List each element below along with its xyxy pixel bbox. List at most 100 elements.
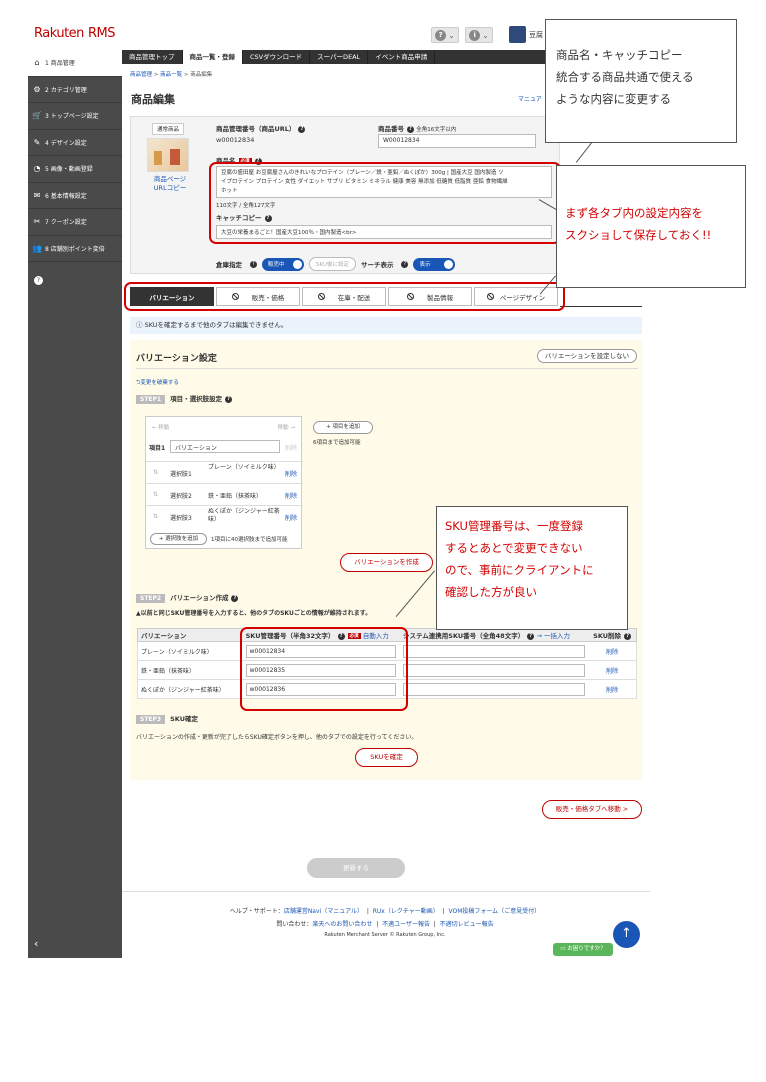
footer-copyright: Rakuten Merchant Server © Rakuten Group,… — [324, 932, 446, 938]
tab-product-top[interactable]: 商品管理トップ — [122, 50, 183, 64]
create-variation-button[interactable]: バリエーションを作成 — [340, 553, 433, 572]
copy-url-link[interactable]: 商品ページ URLコピー — [150, 175, 190, 193]
delete-item-link: 削除 — [285, 445, 298, 452]
add-item-note: 6項目まで追加可能 — [313, 440, 361, 446]
manual-link[interactable]: マニュア — [518, 94, 542, 103]
next-tab-button[interactable]: 販売・価格タブへ移動 > — [542, 800, 642, 819]
footer-link-navi[interactable]: 店舗運営Navi（マニュアル） — [284, 908, 363, 915]
collapse-sidebar-icon[interactable]: ‹ — [34, 937, 38, 950]
tab-product-list[interactable]: 商品一覧・登録 — [182, 50, 243, 64]
info-icon: ⓘ — [136, 321, 145, 329]
callout-sku-warning: SKU管理番号は、一度登録 するとあとで変更できない ので、事前にクライアントに… — [436, 506, 628, 630]
step3-header: STEP3 SKU確定 — [136, 713, 198, 724]
help-menu-button[interactable]: ? ⌄ — [431, 27, 459, 43]
question-icon[interactable]: ? — [34, 276, 43, 285]
delete-option-link[interactable]: 削除 — [285, 469, 297, 478]
help-icon[interactable]: ? — [298, 125, 306, 133]
add-item-button[interactable]: + 項目を追加 — [313, 421, 373, 434]
drag-handle-icon[interactable]: ⇅ — [153, 513, 158, 520]
tab-super-deal[interactable]: スーパーDEAL — [310, 50, 369, 64]
annotation-box-sku — [240, 627, 408, 711]
header-icons: ? ⌄ i ⌄ — [431, 27, 493, 43]
help-chat-button[interactable]: ▭ お困りですか？ — [553, 943, 613, 956]
sidebar-item-basic[interactable]: ✉ 6 基本情報設定 — [28, 183, 122, 209]
help-icon[interactable]: ? — [231, 594, 239, 602]
tab-csv-download[interactable]: CSVダウンロード — [243, 50, 311, 64]
scroll-top-button[interactable]: ↑ — [613, 921, 640, 948]
search-display-toggle[interactable]: 表示 — [413, 257, 456, 271]
mgmt-number-value: w00012834 — [216, 136, 255, 144]
user-menu-button[interactable]: i ⌄ — [465, 27, 493, 43]
breadcrumb-product-mgmt[interactable]: 商品管理 — [130, 72, 152, 78]
step2-warning: ▲以前と同じSKU管理番号を入力すると、他のタブのSKUごとの情報が維持されます… — [136, 610, 372, 617]
callout-name-catch: 商品名・キャッチコピー 統合する商品共通で使える ような内容に変更する — [545, 19, 737, 143]
mail-icon: ✉ — [33, 190, 41, 200]
system-sku-input[interactable] — [402, 644, 585, 658]
annotation-box-tabs — [124, 282, 565, 311]
tab-event-application[interactable]: イベント商品申請 — [368, 50, 436, 64]
annotation-box-name-catch — [209, 162, 561, 244]
breadcrumb-current: 商品編集 — [190, 72, 213, 78]
footer-link-vom[interactable]: VOM投稿フォーム（ご意見受付） — [448, 908, 540, 915]
product-number-input[interactable]: W00012834 — [378, 134, 536, 148]
help-icon[interactable]: ? — [624, 632, 632, 640]
delete-option-link[interactable]: 削除 — [285, 491, 297, 500]
footer-link-inquiry[interactable]: 楽天へのお問い合わせ — [312, 921, 372, 928]
option-row: ⇅ 選択肢3 ぬくぽか（ジンジャー紅茶味） 削除 — [146, 505, 303, 527]
bulk-input-link[interactable]: → 一括入力 — [536, 632, 570, 640]
divider — [136, 368, 638, 369]
option-row: ⇅ 選択肢2 鉄・亜鉛（抹茶味） 削除 — [146, 483, 303, 505]
delete-sku-link[interactable]: 削除 — [588, 666, 636, 675]
confirm-sku-button[interactable]: SKUを確定 — [355, 748, 418, 767]
sidebar-item-media[interactable]: ◔ 5 画像・動画登録 — [28, 156, 122, 183]
item1-name-input[interactable]: バリエーション — [170, 440, 280, 453]
delete-sku-link[interactable]: 削除 — [588, 647, 636, 656]
system-sku-input[interactable] — [402, 682, 585, 696]
add-option-button[interactable]: + 選択肢を追加 — [150, 533, 207, 545]
help-icon[interactable]: ? — [250, 260, 257, 268]
drag-handle-icon[interactable]: ⇅ — [153, 469, 158, 476]
step3-description: バリエーションの作成・更新が完了したらSKU確定ボタンを押し、他のタブでの設定を… — [136, 734, 418, 741]
sidebar-item-category[interactable]: ⚙ 2 カテゴリ管理 — [28, 77, 122, 103]
user-icon: i — [469, 29, 481, 41]
delete-sku-link[interactable]: 削除 — [588, 685, 636, 694]
scissors-icon: ✂ — [33, 217, 41, 227]
sidebar-item-toppage[interactable]: 🛒 3 トップページ設定 — [28, 103, 122, 130]
help-icon[interactable]: ? — [401, 260, 409, 268]
sidebar-item-design[interactable]: ✎ 4 デザイン設定 — [28, 130, 122, 156]
step2-header: STEP2 バリエーション作成? — [136, 592, 239, 603]
help-icon[interactable]: ? — [407, 125, 414, 133]
footer-link-review-report[interactable]: 不適切レビュー報告 — [440, 921, 494, 928]
footer-link-rux[interactable]: RUx（レクチャー動画） — [373, 908, 439, 915]
sidebar-item-product[interactable]: ⌂ 1 商品管理 — [28, 50, 122, 77]
undo-changes-link[interactable]: ⮌変更を破棄する — [136, 378, 179, 388]
shop-icon[interactable] — [509, 26, 526, 43]
breadcrumb-product-list[interactable]: 商品一覧 — [160, 72, 182, 78]
drag-handle-icon[interactable]: ⇅ — [153, 491, 158, 498]
breadcrumb: 商品管理 > 商品一覧 > 商品編集 — [130, 72, 213, 78]
sidebar-item-point[interactable]: 👥 8 店舗別ポイント変倍 — [28, 236, 122, 262]
system-sku-input[interactable] — [402, 663, 585, 677]
sale-status-toggle[interactable]: 販売中 — [262, 257, 304, 271]
sidebar-item-coupon[interactable]: ✂ 7 クーポン設定 — [28, 209, 122, 236]
home-icon: ⌂ — [34, 58, 40, 68]
annotation-line — [575, 142, 592, 163]
cart-icon: 🛒 — [32, 111, 42, 121]
footer-divider — [122, 891, 650, 892]
help-icon[interactable]: ? — [527, 632, 535, 640]
option-editor: ← 移動 移動 → 項目1 バリエーション 削除 ⇅ 選択肢1 プレーン（ソイミ… — [145, 416, 303, 549]
no-variation-button[interactable]: バリエーションを設定しない — [537, 349, 637, 363]
mgmt-number-label: 商品管理番号（商品URL）? — [216, 123, 306, 133]
shop-name: 豆腐 — [529, 31, 543, 39]
move-right-button: 移動 → — [277, 425, 295, 431]
update-button: 更新する — [307, 858, 405, 878]
sku-notice: ⓘ SKUを確定するまで他のタブは編集できません。 — [130, 317, 642, 334]
option-row: ⇅ 選択肢1 プレーン（ソイミルク味） 削除 — [146, 461, 303, 483]
variation-title: バリエーション設定 — [136, 354, 217, 364]
footer-link-user-report[interactable]: 不適ユーザー報告 — [382, 921, 430, 928]
callout-screenshot-tabs: まず各タブ内の設定内容を スクショして保存しておく!! — [556, 165, 746, 288]
delete-option-link[interactable]: 削除 — [285, 513, 297, 522]
rakuten-rms-logo[interactable]: Rakuten RMS — [34, 26, 115, 41]
sidebar: ⌂ 1 商品管理 ⚙ 2 カテゴリ管理 🛒 3 トップページ設定 ✎ 4 デザイン設定 … — [28, 50, 122, 958]
help-icon[interactable]: ? — [225, 395, 233, 403]
